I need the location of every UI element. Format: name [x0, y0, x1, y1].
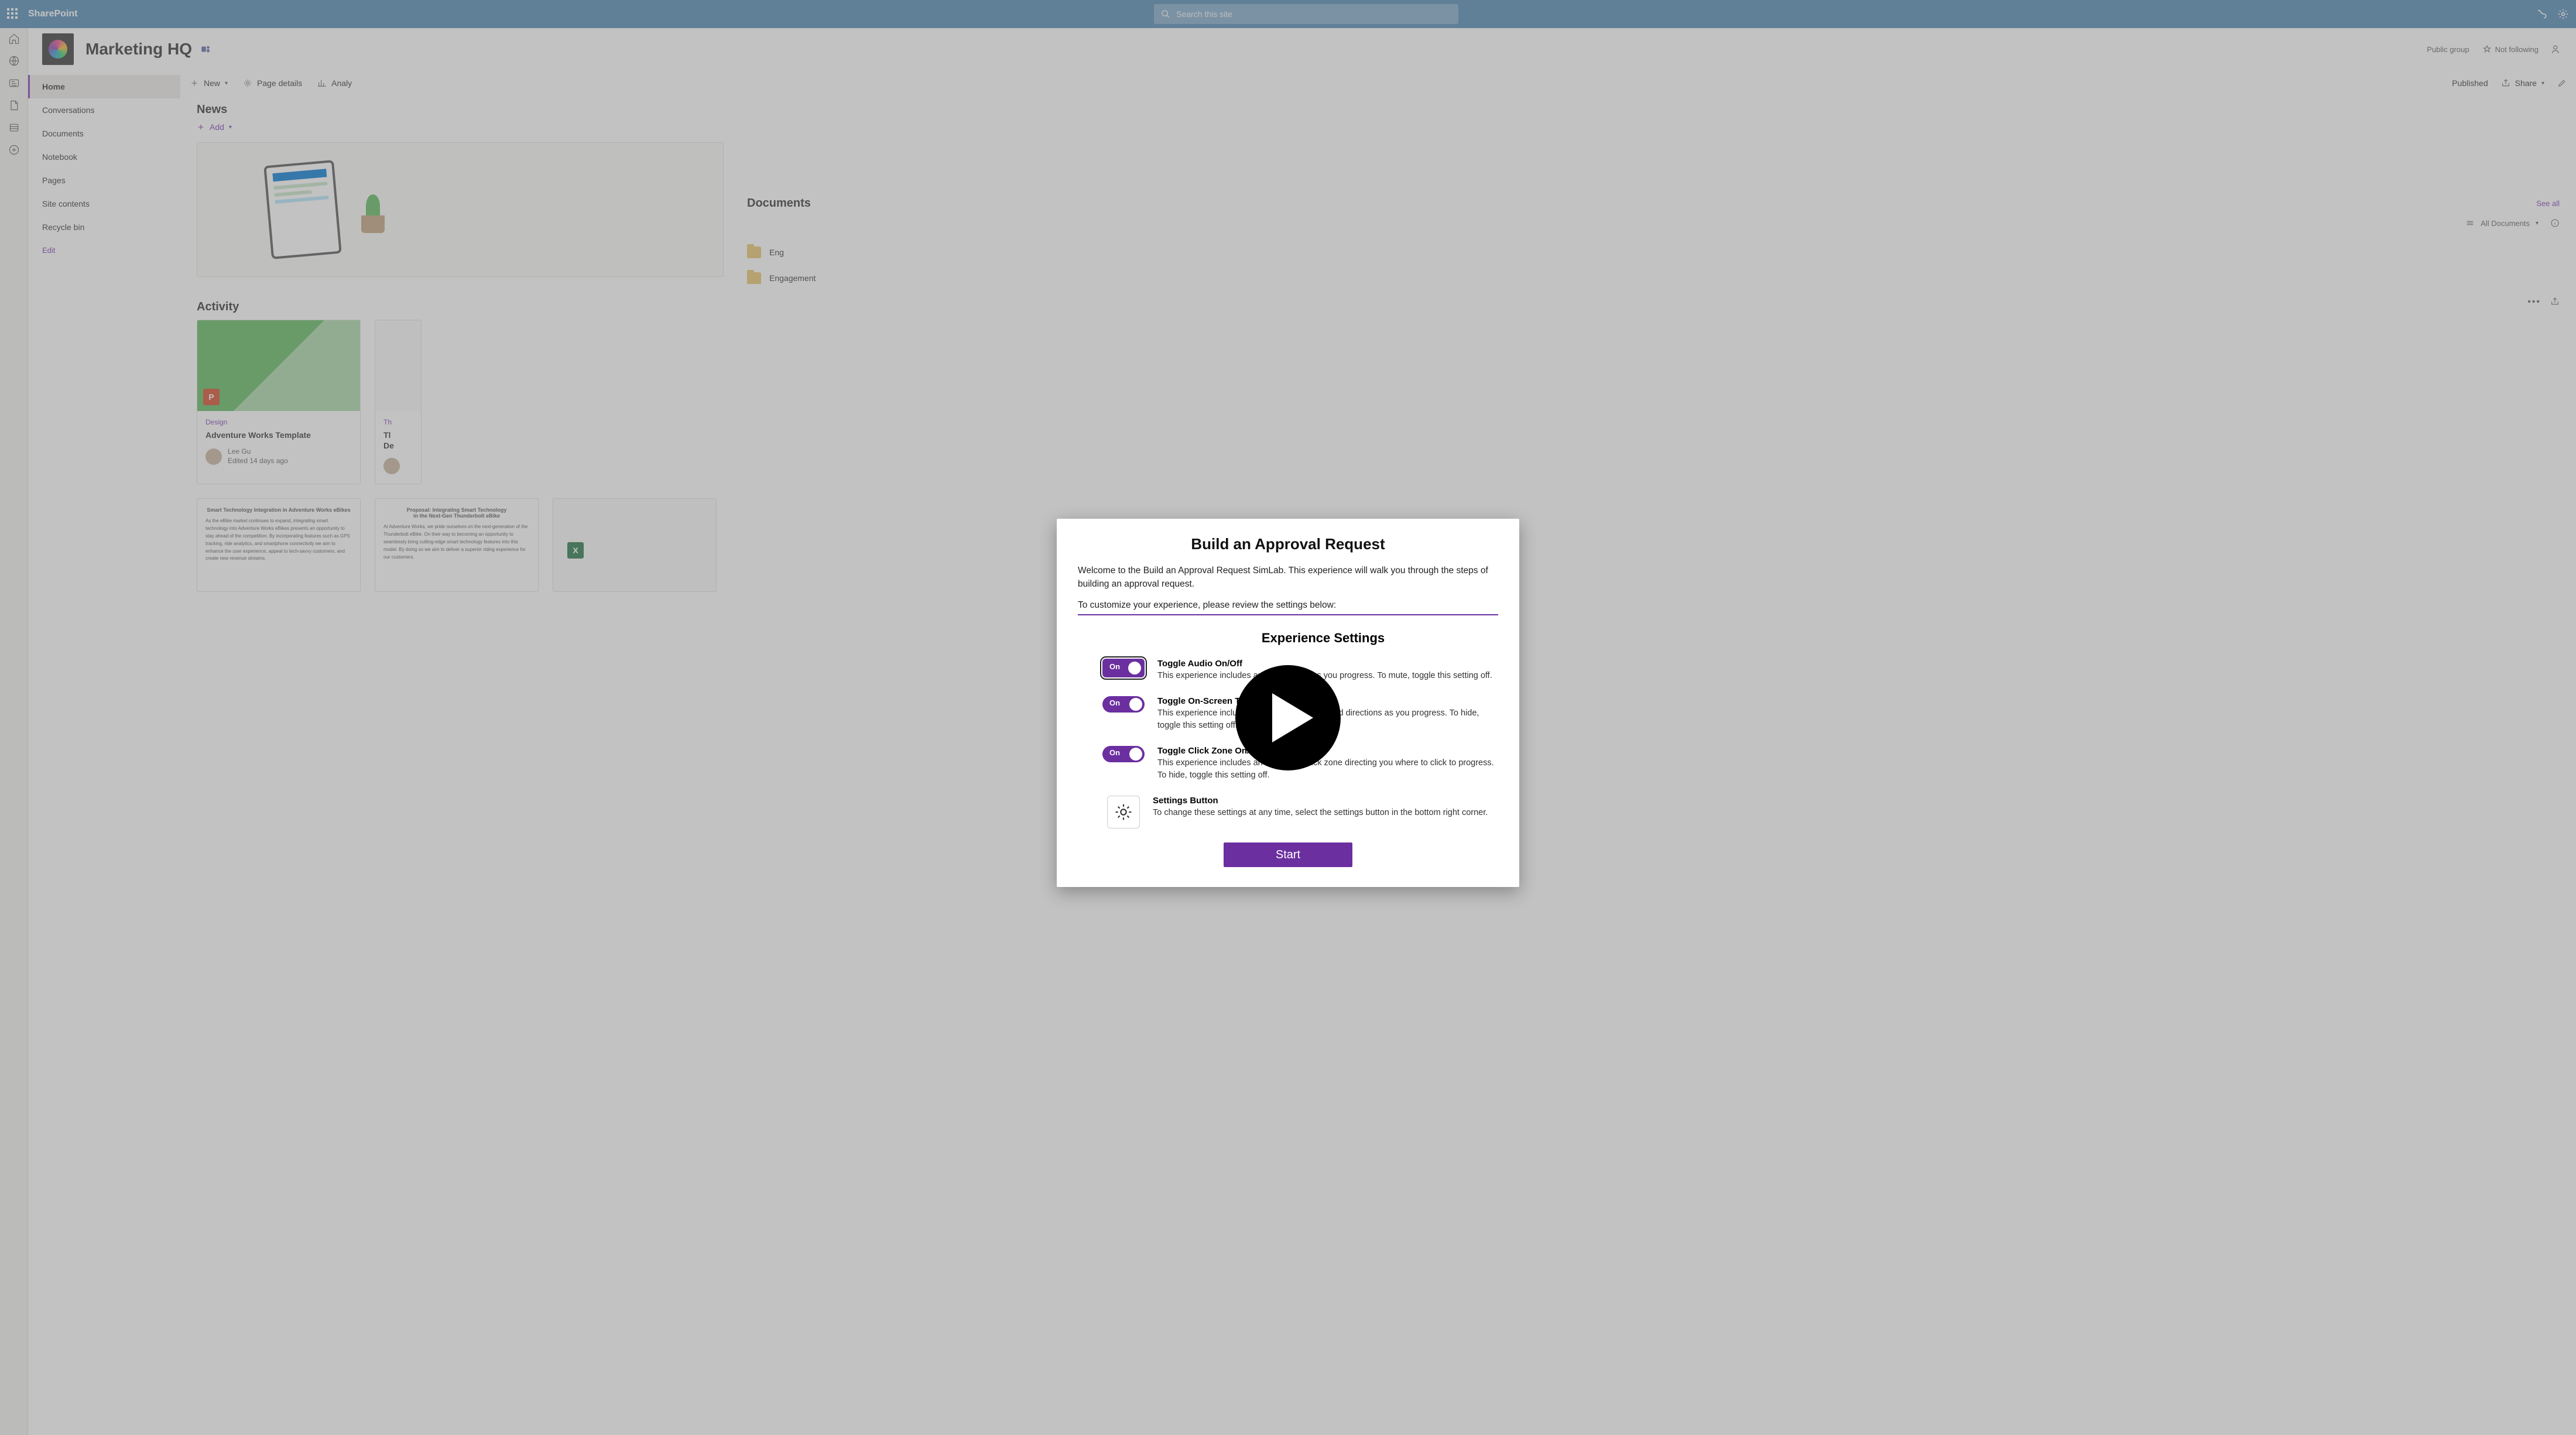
modal-intro: Welcome to the Build an Approval Request…: [1078, 564, 1498, 591]
setting-title: Settings Button: [1153, 796, 1488, 806]
toggle-label: On: [1109, 748, 1120, 757]
toggle-onscreen-text[interactable]: On: [1102, 696, 1145, 713]
toggle-label: On: [1109, 698, 1120, 707]
modal-intro2: To customize your experience, please rev…: [1078, 600, 1498, 611]
toggle-click-zone[interactable]: On: [1102, 746, 1145, 762]
toggle-label: On: [1109, 662, 1120, 671]
gear-icon: [1114, 803, 1133, 821]
start-button[interactable]: Start: [1224, 842, 1352, 867]
play-button[interactable]: [1235, 665, 1341, 770]
settings-icon-box: [1107, 796, 1140, 828]
setting-desc: This experience includes an on-screen cl…: [1157, 757, 1498, 782]
setting-desc: To change these settings at any time, se…: [1153, 807, 1488, 819]
settings-heading: Experience Settings: [1078, 631, 1498, 646]
app-root: SharePoint Marketing HQ Public group: [0, 0, 2576, 1435]
toggle-audio[interactable]: On: [1102, 659, 1145, 677]
modal-title: Build an Approval Request: [1078, 535, 1498, 553]
setting-title: Toggle Audio On/Off: [1157, 659, 1492, 669]
play-icon: [1272, 693, 1313, 742]
divider: [1078, 614, 1498, 615]
setting-button-info: Settings Button To change these settings…: [1078, 796, 1498, 828]
